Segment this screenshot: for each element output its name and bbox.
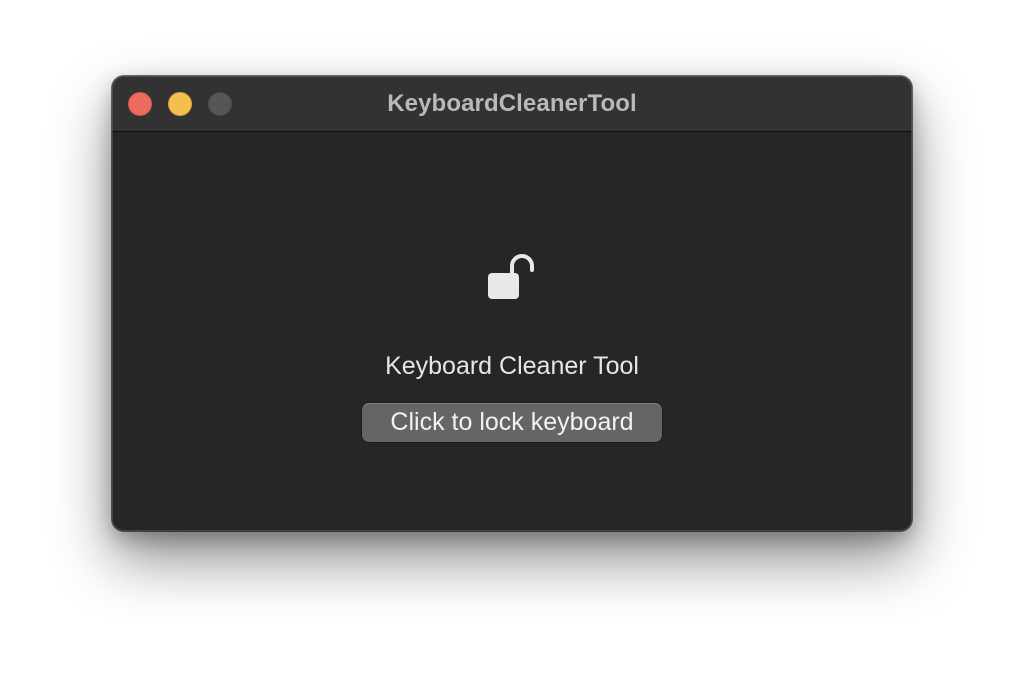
desktop-background: KeyboardCleanerTool Keyboard Cleaner Too… xyxy=(0,0,1024,680)
lock-open-icon xyxy=(488,254,534,299)
window-titlebar[interactable]: KeyboardCleanerTool xyxy=(112,76,912,132)
window-title: KeyboardCleanerTool xyxy=(387,90,637,117)
lock-keyboard-button[interactable]: Click to lock keyboard xyxy=(362,403,662,442)
app-window: KeyboardCleanerTool Keyboard Cleaner Too… xyxy=(112,76,912,531)
app-name-label: Keyboard Cleaner Tool xyxy=(385,352,639,380)
window-content: Keyboard Cleaner Tool Click to lock keyb… xyxy=(112,132,912,531)
